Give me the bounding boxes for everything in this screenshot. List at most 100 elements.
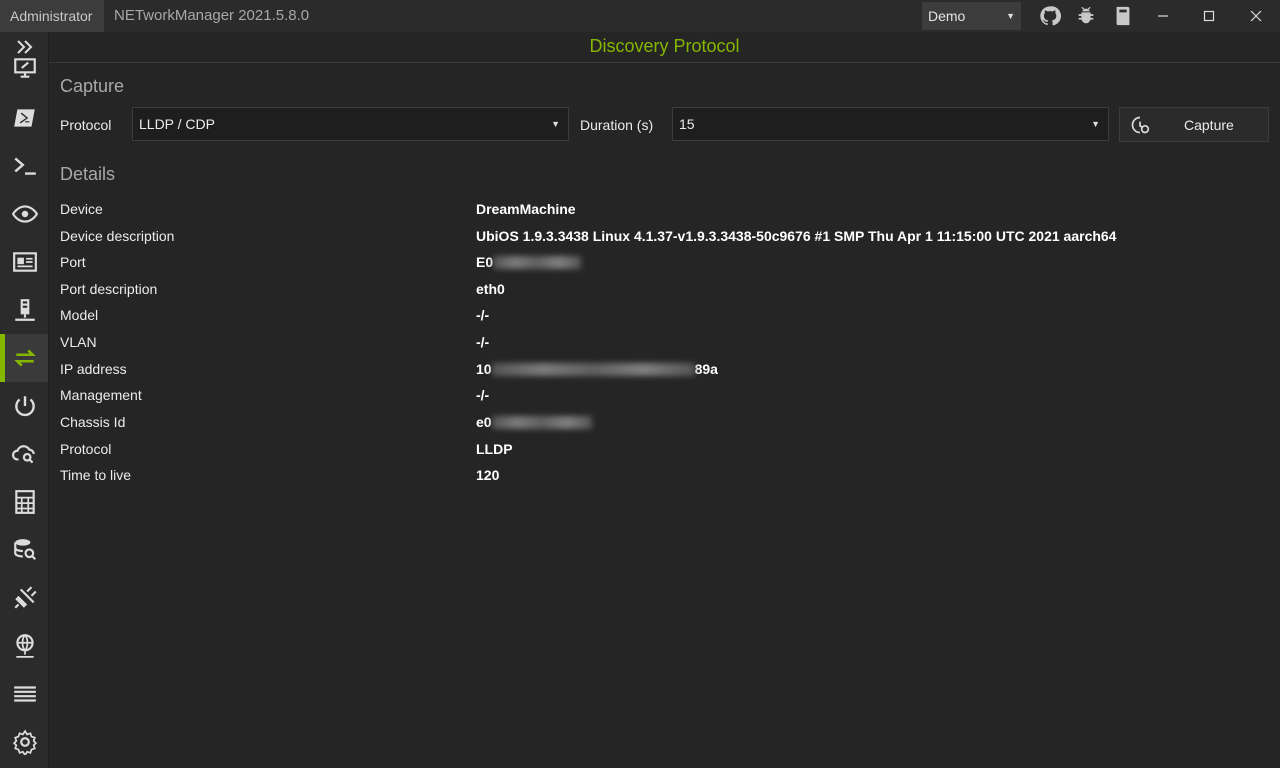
detail-row-protocol: Protocol LLDP — [60, 437, 1260, 463]
detail-row-model: Model -/- — [60, 303, 1260, 329]
detail-value: eth0 — [476, 281, 505, 297]
chevron-down-icon: ▼ — [1006, 11, 1015, 21]
sidebar-item-wake-on-lan[interactable] — [0, 382, 48, 430]
ip-value-suffix: 89a — [694, 361, 718, 377]
network-device-icon — [14, 299, 35, 321]
detail-row-device: Device DreamMachine — [60, 197, 1260, 223]
close-button[interactable] — [1233, 0, 1279, 32]
app-title: NETworkManager 2021.5.8.0 — [114, 7, 310, 24]
detail-label: Time to live — [60, 467, 132, 483]
chassis-value-visible: e0 — [476, 414, 492, 430]
detail-value: DreamMachine — [476, 201, 576, 217]
chevron-down-icon: ▼ — [551, 119, 560, 129]
page-title: Discovery Protocol — [49, 32, 1280, 63]
sidebar-item-cloud-lookup[interactable] — [0, 430, 48, 478]
detail-row-port-description: Port description eth0 — [60, 277, 1260, 303]
protocol-select[interactable]: LLDP / CDP ▼ — [132, 107, 569, 141]
capture-icon — [1131, 116, 1150, 134]
detail-label: Port — [60, 254, 86, 270]
github-icon[interactable] — [1039, 5, 1061, 27]
terminal-icon — [13, 157, 36, 175]
ip-value-prefix: 10 — [476, 361, 492, 377]
power-icon — [14, 396, 35, 417]
detail-label: Model — [60, 307, 99, 323]
detail-value: 120 — [476, 467, 500, 483]
close-icon — [1250, 10, 1262, 22]
detail-value: -/- — [476, 334, 490, 350]
detail-row-ip-address: IP address 10 89a — [60, 357, 1260, 383]
detail-value: -/- — [476, 387, 490, 403]
sidebar-item-lookup[interactable] — [0, 526, 48, 574]
detail-label: Device description — [60, 228, 175, 244]
sidebar-item-dashboard[interactable] — [0, 238, 48, 286]
sidebar-item-web[interactable] — [0, 622, 48, 670]
protocol-select-value: LLDP / CDP — [139, 116, 215, 132]
capture-button[interactable]: Capture — [1119, 107, 1269, 142]
sidebar — [0, 32, 49, 768]
calculator-icon — [14, 490, 35, 514]
sidebar-item-discovery-protocol[interactable] — [0, 334, 48, 382]
detail-label: Chassis Id — [60, 414, 126, 430]
redacted-blur — [491, 363, 695, 376]
redacted-blur — [491, 416, 592, 429]
detail-label: VLAN — [60, 334, 97, 350]
discovery-protocol-icon — [13, 349, 36, 367]
list-icon — [13, 686, 36, 702]
plug-icon — [13, 586, 37, 609]
database-search-icon — [13, 539, 36, 560]
sidebar-item-connections[interactable] — [0, 574, 48, 622]
detail-label: Port description — [60, 281, 158, 297]
detail-value: e0 — [476, 414, 592, 430]
detail-row-chassis-id: Chassis Id e0 — [60, 410, 1260, 436]
detail-value: UbiOS 1.9.3.3438 Linux 4.1.37-v1.9.3.343… — [476, 228, 1117, 244]
maximize-button[interactable] — [1186, 0, 1232, 32]
sidebar-item-powershell[interactable] — [0, 94, 48, 142]
dashboard-icon — [12, 252, 37, 272]
detail-label: IP address — [60, 361, 127, 377]
remote-desktop-icon — [13, 58, 36, 78]
globe-icon — [15, 634, 34, 658]
detail-row-device-description: Device description UbiOS 1.9.3.3438 Linu… — [60, 224, 1260, 250]
profile-select-value: Demo — [928, 8, 966, 24]
sidebar-item-terminal[interactable] — [0, 142, 48, 190]
detail-value: -/- — [476, 307, 490, 323]
cloud-search-icon — [11, 445, 35, 464]
port-value-visible: E0 — [476, 254, 494, 270]
detail-row-vlan: VLAN -/- — [60, 330, 1260, 356]
detail-value: 10 89a — [476, 361, 718, 377]
profile-select[interactable]: Demo ▼ — [922, 2, 1021, 30]
sidebar-item-subnet-calculator[interactable] — [0, 478, 48, 526]
redacted-blur — [493, 256, 582, 269]
documentation-icon[interactable] — [1112, 5, 1134, 27]
sidebar-item-list[interactable] — [0, 670, 48, 718]
duration-label: Duration (s) — [580, 117, 654, 133]
administrator-badge: Administrator — [0, 0, 104, 32]
duration-select-value: 15 — [679, 116, 695, 132]
chevron-down-icon: ▼ — [1091, 119, 1100, 129]
minimize-button[interactable] — [1140, 0, 1186, 32]
capture-button-label: Capture — [1184, 117, 1234, 133]
title-bar: Administrator NETworkManager 2021.5.8.0 … — [0, 0, 1280, 32]
sidebar-item-monitor[interactable] — [0, 190, 48, 238]
sidebar-item-settings[interactable] — [0, 718, 48, 766]
detail-label: Device — [60, 201, 103, 217]
detail-row-port: Port E0 — [60, 250, 1260, 276]
detail-label: Protocol — [60, 441, 112, 457]
powershell-icon — [13, 109, 35, 127]
detail-row-time-to-live: Time to live 120 — [60, 463, 1260, 489]
gear-icon — [12, 729, 37, 755]
sidebar-item-remote-desktop[interactable] — [0, 44, 48, 92]
protocol-label: Protocol — [60, 117, 112, 133]
detail-value: LLDP — [476, 441, 513, 457]
maximize-icon — [1203, 10, 1215, 22]
detail-value: E0 — [476, 254, 582, 270]
eye-icon — [11, 205, 38, 223]
sidebar-item-network-device[interactable] — [0, 286, 48, 334]
details-section-title: Details — [60, 164, 116, 184]
minimize-icon — [1158, 15, 1168, 17]
detail-label: Management — [60, 387, 142, 403]
capture-section-title: Capture — [60, 76, 125, 96]
bug-icon[interactable] — [1075, 5, 1097, 27]
detail-row-management: Management -/- — [60, 383, 1260, 409]
duration-select[interactable]: 15 ▼ — [672, 107, 1109, 141]
